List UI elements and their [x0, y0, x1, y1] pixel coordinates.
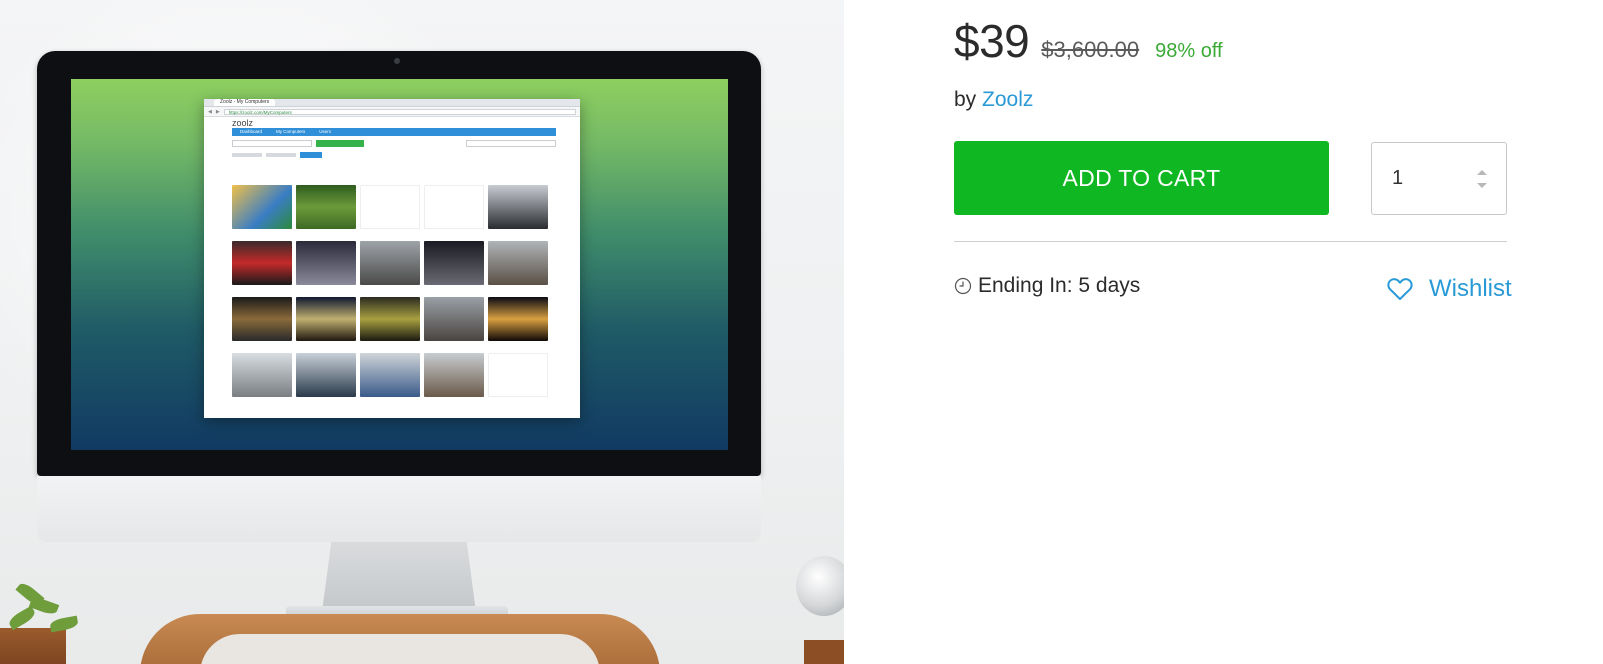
file-thumbnail: [360, 185, 420, 229]
plant-leaf: [6, 605, 38, 631]
photo-thumbnail: [360, 353, 420, 397]
mockup-select: [232, 140, 312, 147]
quantity-increment-icon[interactable]: [1474, 167, 1490, 177]
mockup-breadcrumb: [232, 151, 556, 158]
quantity-decrement-icon[interactable]: [1474, 180, 1490, 190]
price-block: $39 $3,600.00 98% off: [954, 14, 1223, 74]
mockup-download-button: [316, 140, 364, 147]
ending-label: Ending In: 5 days: [978, 274, 1141, 297]
heart-icon[interactable]: [1387, 277, 1413, 301]
photo-thumbnail: [424, 241, 484, 285]
clock-icon: [954, 277, 972, 295]
quantity-input[interactable]: [1392, 167, 1452, 190]
vendor-link[interactable]: Zoolz: [982, 88, 1033, 111]
mockup-search: [466, 140, 556, 147]
vendor-prefix: by: [954, 88, 977, 111]
photo-thumbnail: [360, 297, 420, 341]
mockup-crumb-active: [300, 151, 322, 158]
photo-thumbnail: [232, 241, 292, 285]
photo-thumbnail: [296, 297, 356, 341]
bulb-stand: [804, 640, 844, 664]
mockup-tab: Zoolz - My Computers: [214, 99, 276, 106]
photo-thumbnail: [360, 241, 420, 285]
mockup-nav-item: Users: [319, 129, 332, 134]
photo-thumbnail: [488, 297, 548, 341]
light-bulb: [796, 556, 844, 616]
desk-opening: [200, 634, 600, 664]
quantity-stepper[interactable]: [1371, 142, 1507, 215]
photo-thumbnail: [296, 241, 356, 285]
file-thumbnail: [424, 185, 484, 229]
mockup-photo-grid: [232, 185, 554, 418]
discount-badge: 98% off: [1155, 40, 1223, 62]
mockup-nav: Dashboard My Computers Users: [232, 128, 556, 136]
mockup-brand: zoolz: [232, 118, 254, 128]
mockup-toolbar: [232, 139, 556, 148]
photo-thumbnail: [296, 353, 356, 397]
photo-thumbnail: [232, 185, 292, 229]
photo-thumbnail: [232, 353, 292, 397]
camera-icon: [394, 58, 400, 64]
monitor-stand: [322, 542, 476, 612]
add-to-cart-button[interactable]: ADD TO CART: [954, 141, 1329, 215]
monitor-screen: Zoolz - My Computers ◀ ▶ https://zoolz.c…: [71, 79, 728, 450]
photo-thumbnail: [424, 297, 484, 341]
mockup-url: https://zoolz.com/MyComputers: [223, 108, 576, 115]
plant-leaf: [49, 615, 79, 633]
photo-thumbnail: [488, 185, 548, 229]
mockup-crumb: [266, 152, 296, 157]
vendor-line: by Zoolz: [954, 88, 1033, 112]
browser-mockup: Zoolz - My Computers ◀ ▶ https://zoolz.c…: [204, 99, 580, 418]
photo-thumbnail: [424, 353, 484, 397]
forward-arrow-icon: ▶: [215, 108, 220, 115]
current-price: $39: [954, 15, 1030, 67]
photo-thumbnail: [296, 185, 356, 229]
mockup-tabbar: Zoolz - My Computers: [204, 99, 580, 107]
mockup-nav-item: Dashboard: [240, 129, 263, 134]
plant-pot: [0, 628, 66, 664]
wishlist-label[interactable]: Wishlist: [1429, 275, 1512, 303]
product-page: Zoolz - My Computers ◀ ▶ https://zoolz.c…: [0, 0, 1603, 664]
original-price: $3,600.00: [1041, 37, 1140, 62]
photo-thumbnail: [488, 241, 548, 285]
back-arrow-icon: ◀: [208, 108, 212, 115]
mockup-nav-item: My Computers: [276, 129, 306, 134]
wishlist-button[interactable]: Wishlist: [1387, 275, 1512, 303]
monitor-chin: [37, 476, 761, 542]
mockup-addressbar: ◀ ▶ https://zoolz.com/MyComputers: [204, 107, 580, 117]
product-image: Zoolz - My Computers ◀ ▶ https://zoolz.c…: [0, 0, 844, 664]
file-thumbnail: [488, 353, 548, 397]
mockup-crumb: [232, 152, 262, 157]
sale-ending: Ending In: 5 days: [954, 274, 1140, 298]
photo-thumbnail: [232, 297, 292, 341]
section-divider: [954, 241, 1507, 242]
